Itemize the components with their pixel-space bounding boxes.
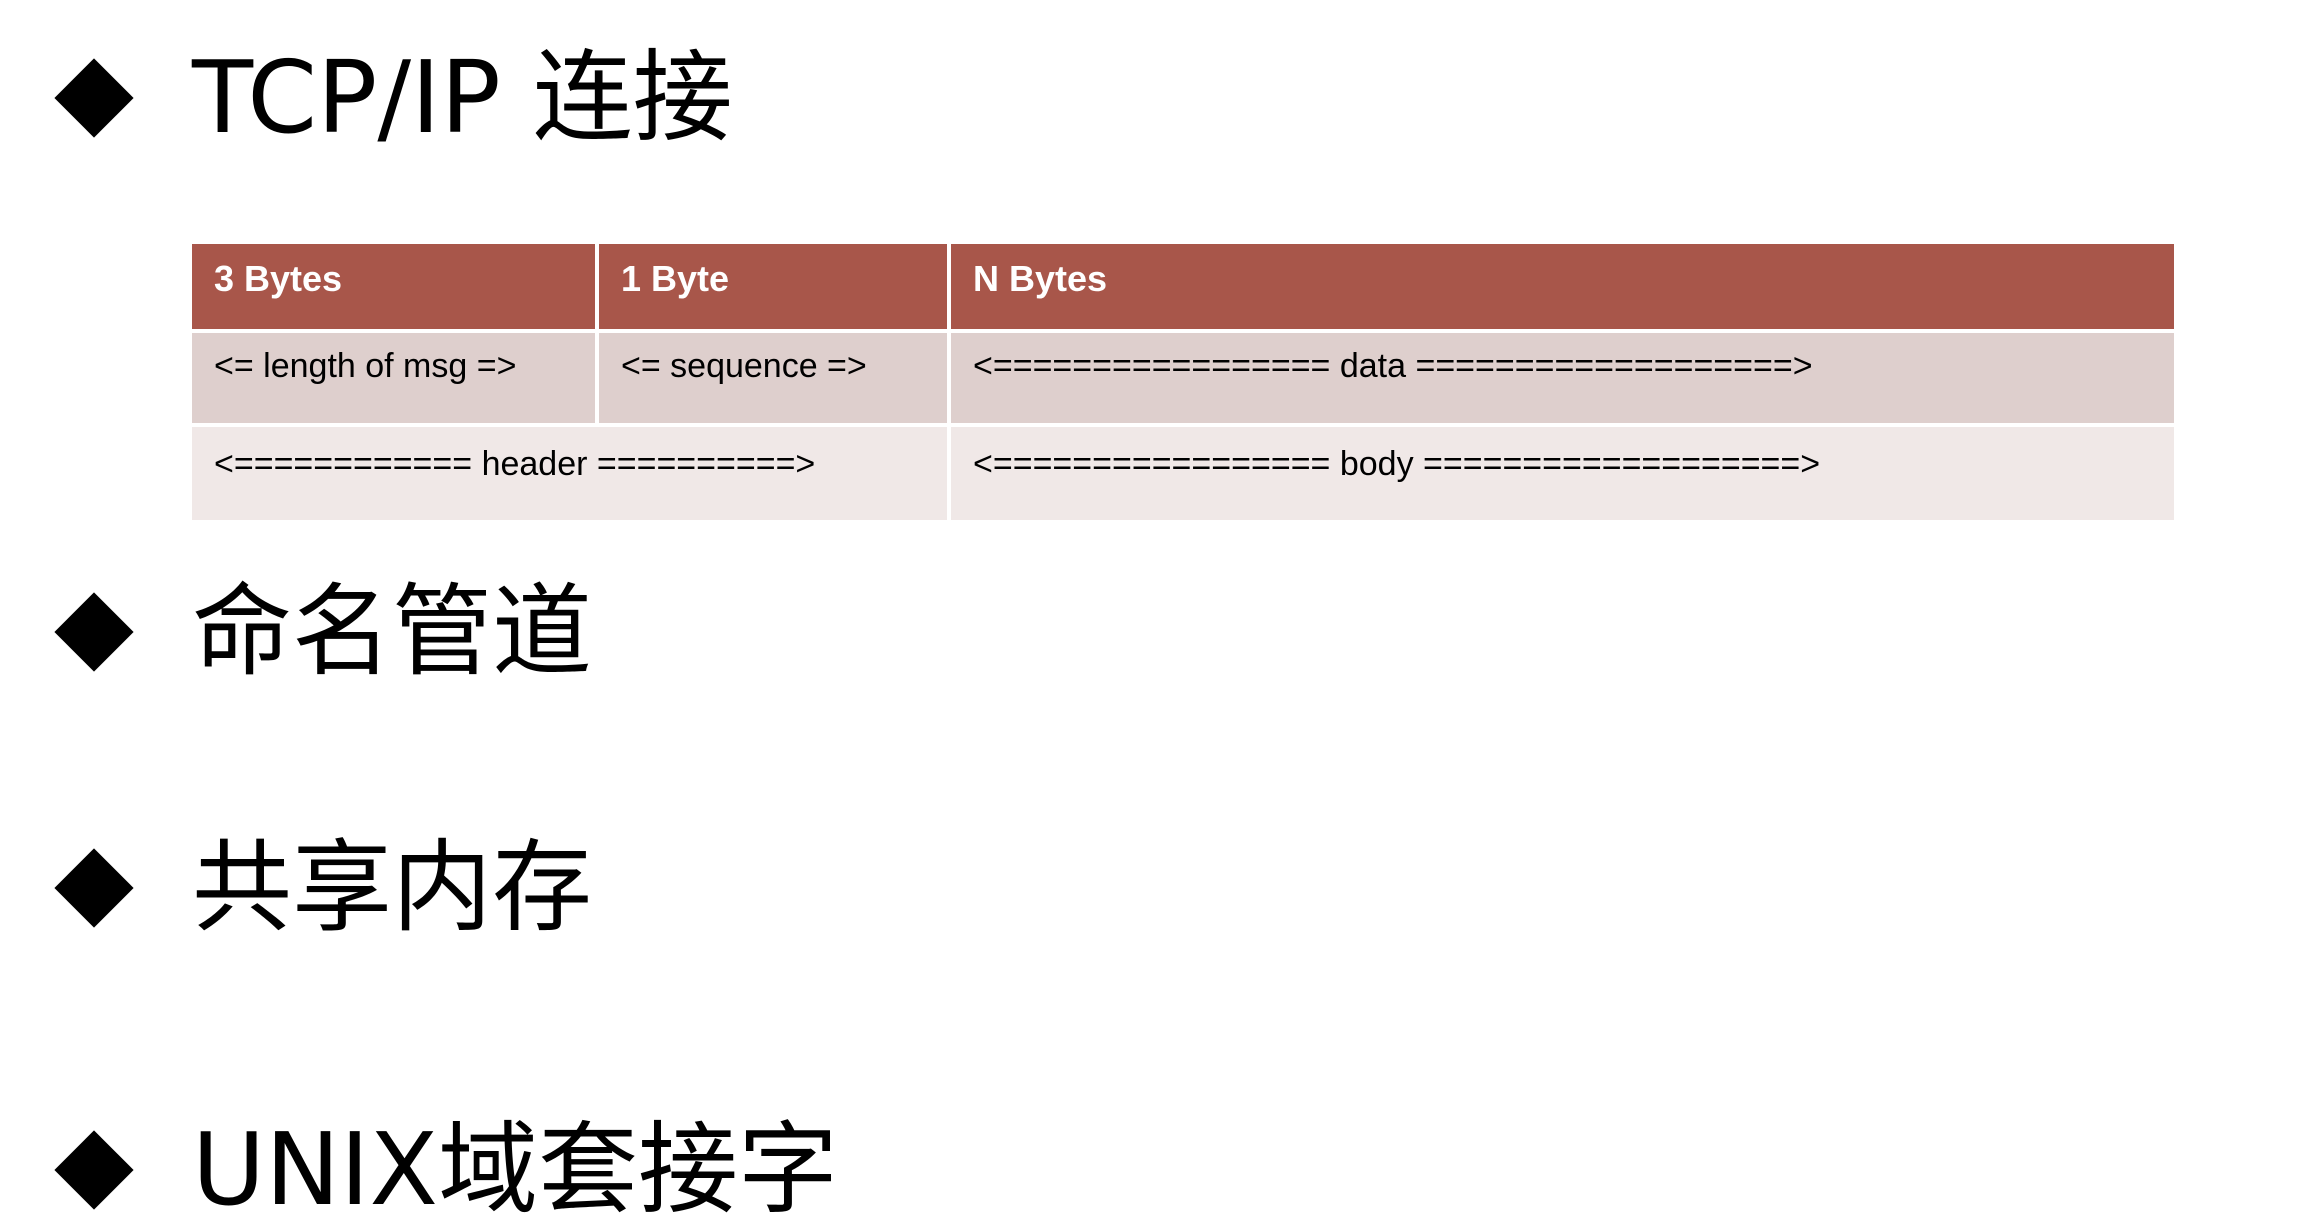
diamond-bullet-icon [54, 848, 134, 928]
cell-sequence: <= sequence => [595, 329, 951, 427]
cell-header: <============ header ==========> [188, 422, 951, 525]
table-row: <============ header ==========> <======… [188, 422, 2178, 525]
header-cell-1-byte: 1 Byte [595, 239, 951, 334]
diamond-bullet-icon [54, 592, 134, 672]
heading-text: TCP/IP 连接 [192, 39, 733, 156]
heading-named-pipe: 命名管道 [48, 572, 592, 692]
heading-text: 命名管道 [192, 573, 592, 690]
heading-text: UNIX域套接字 [192, 1111, 838, 1228]
cell-body: <================= body ================… [947, 422, 2178, 525]
table-header-row: 3 Bytes 1 Byte N Bytes [188, 239, 2178, 334]
diamond-bullet-icon [54, 58, 134, 138]
heading-tcp-ip: TCP/IP 连接 [48, 38, 733, 158]
diamond-bullet-icon [54, 1130, 134, 1210]
heading-shared-memory: 共享内存 [48, 828, 592, 948]
protocol-packet-table: 3 Bytes 1 Byte N Bytes <= length of msg … [188, 239, 2178, 525]
cell-data: <================= data ================… [947, 329, 2178, 427]
heading-text: 共享内存 [192, 829, 592, 946]
heading-unix-domain-socket: UNIX域套接字 [48, 1110, 838, 1230]
header-cell-3-bytes: 3 Bytes [188, 239, 599, 334]
table-row: <= length of msg => <= sequence => <====… [188, 329, 2178, 427]
cell-length-of-msg: <= length of msg => [188, 329, 599, 427]
header-cell-n-bytes: N Bytes [947, 239, 2178, 334]
